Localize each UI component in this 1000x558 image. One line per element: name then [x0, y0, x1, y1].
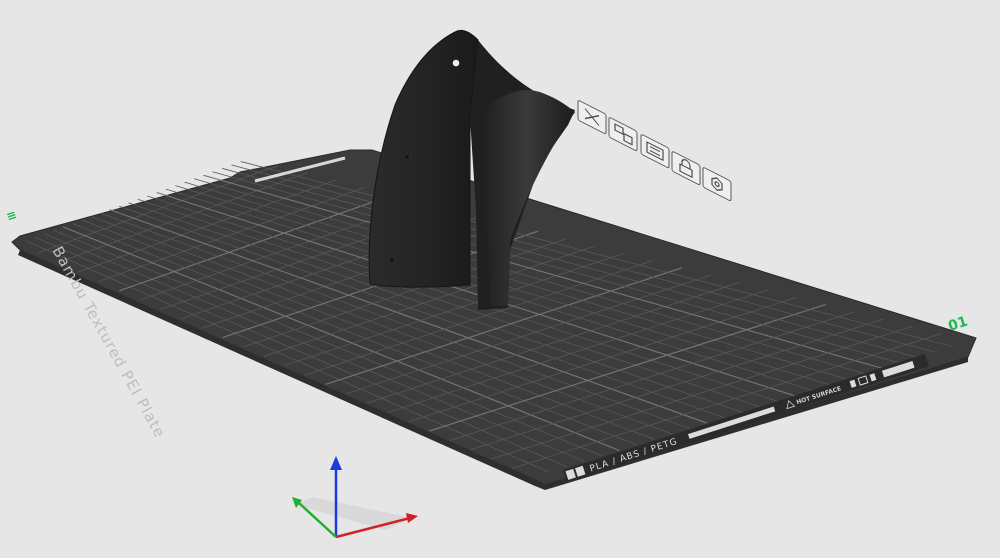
3d-viewport[interactable]: Bambu Textured PEI Plate ≡ 01 PLA / ABS …: [0, 0, 1000, 558]
model-hole-middle: [403, 153, 411, 161]
plate-side-marker: ≡: [5, 207, 19, 223]
axes-gizmo: [292, 456, 418, 539]
z-axis-arrow: [330, 456, 342, 470]
arrange-button[interactable]: [608, 117, 638, 152]
origin-tile: [295, 497, 412, 530]
plate-number-label: 01: [946, 314, 969, 335]
auto-orient-button[interactable]: [640, 134, 670, 169]
model-hole-top: [452, 59, 460, 67]
model-hole-bottom: [388, 256, 396, 264]
lock-plate-button[interactable]: [671, 151, 701, 186]
build-plate-scene[interactable]: Bambu Textured PEI Plate ≡ 01 PLA / ABS …: [0, 0, 1000, 558]
delete-plate-button[interactable]: [577, 100, 607, 135]
x-axis-arrow: [406, 513, 418, 523]
plate-toolbar: [577, 100, 732, 202]
plate-settings-button[interactable]: [702, 167, 732, 202]
